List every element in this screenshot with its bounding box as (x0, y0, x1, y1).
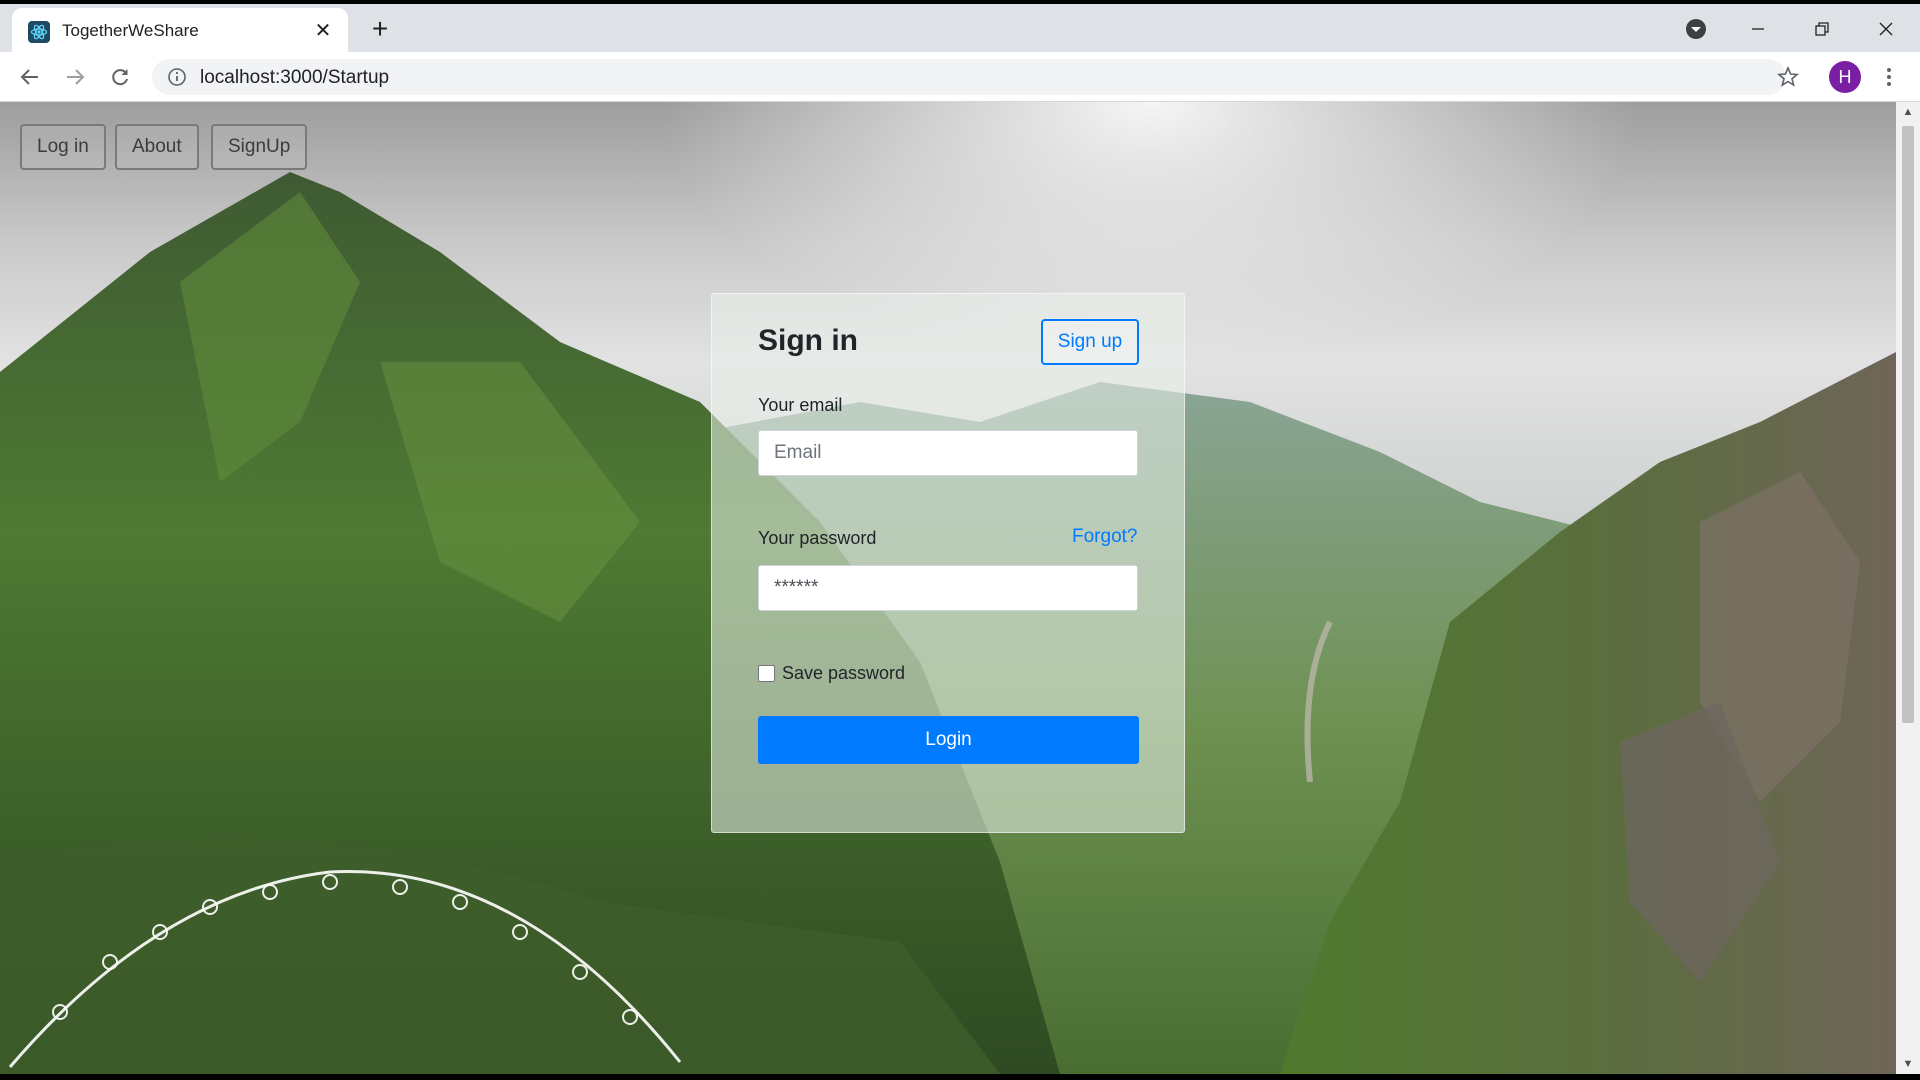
forward-arrow-icon[interactable] (59, 61, 91, 93)
kebab-menu-icon[interactable] (1875, 61, 1903, 93)
browser-toolbar: localhost:3000/Startup H (0, 52, 1920, 102)
window-bottom-border (0, 1074, 1920, 1080)
address-bar[interactable]: localhost:3000/Startup (152, 59, 1786, 95)
window-close-icon[interactable] (1868, 12, 1904, 46)
nav-login-button[interactable]: Log in (20, 124, 106, 170)
info-icon[interactable] (167, 67, 187, 87)
react-favicon-icon (28, 21, 50, 43)
url-text: localhost:3000/Startup (200, 67, 390, 88)
forgot-password-link[interactable]: Forgot? (1072, 526, 1137, 548)
minimize-icon[interactable] (1740, 12, 1776, 46)
save-password-checkbox[interactable] (758, 665, 775, 682)
signin-card: Sign in Sign up Your email Your password… (711, 293, 1185, 833)
tab-title: TogetherWeShare (62, 21, 199, 40)
email-input[interactable] (758, 430, 1138, 476)
signup-button[interactable]: Sign up (1041, 319, 1139, 365)
profile-avatar[interactable]: H (1829, 61, 1861, 93)
page-viewport: Log in About SignUp Sign in Sign up Your… (0, 102, 1896, 1074)
nav-signup-button[interactable]: SignUp (211, 124, 308, 170)
page-scrollbar[interactable]: ▲ ▼ (1896, 102, 1920, 1074)
signin-title: Sign in (758, 324, 858, 357)
save-password-label: Save password (782, 663, 906, 683)
new-tab-button[interactable]: + (364, 14, 396, 46)
email-label: Your email (758, 395, 843, 415)
password-input[interactable] (758, 565, 1138, 611)
browser-tab-strip: TogetherWeShare ✕ + (0, 0, 1920, 56)
nav-about-button[interactable]: About (115, 124, 199, 170)
browser-tab[interactable]: TogetherWeShare ✕ (12, 8, 348, 56)
profile-dropdown-icon[interactable] (1678, 12, 1714, 46)
reload-icon[interactable] (104, 61, 136, 93)
scrollbar-thumb[interactable] (1902, 126, 1914, 723)
back-arrow-icon[interactable] (14, 61, 46, 93)
restore-icon[interactable] (1804, 12, 1840, 46)
login-button[interactable]: Login (758, 716, 1139, 764)
close-tab-icon[interactable]: ✕ (310, 18, 336, 44)
scroll-up-arrow-icon[interactable]: ▲ (1896, 102, 1920, 122)
star-icon[interactable] (1772, 61, 1804, 93)
scroll-down-arrow-icon[interactable]: ▼ (1896, 1054, 1920, 1074)
password-label: Your password (758, 528, 877, 548)
